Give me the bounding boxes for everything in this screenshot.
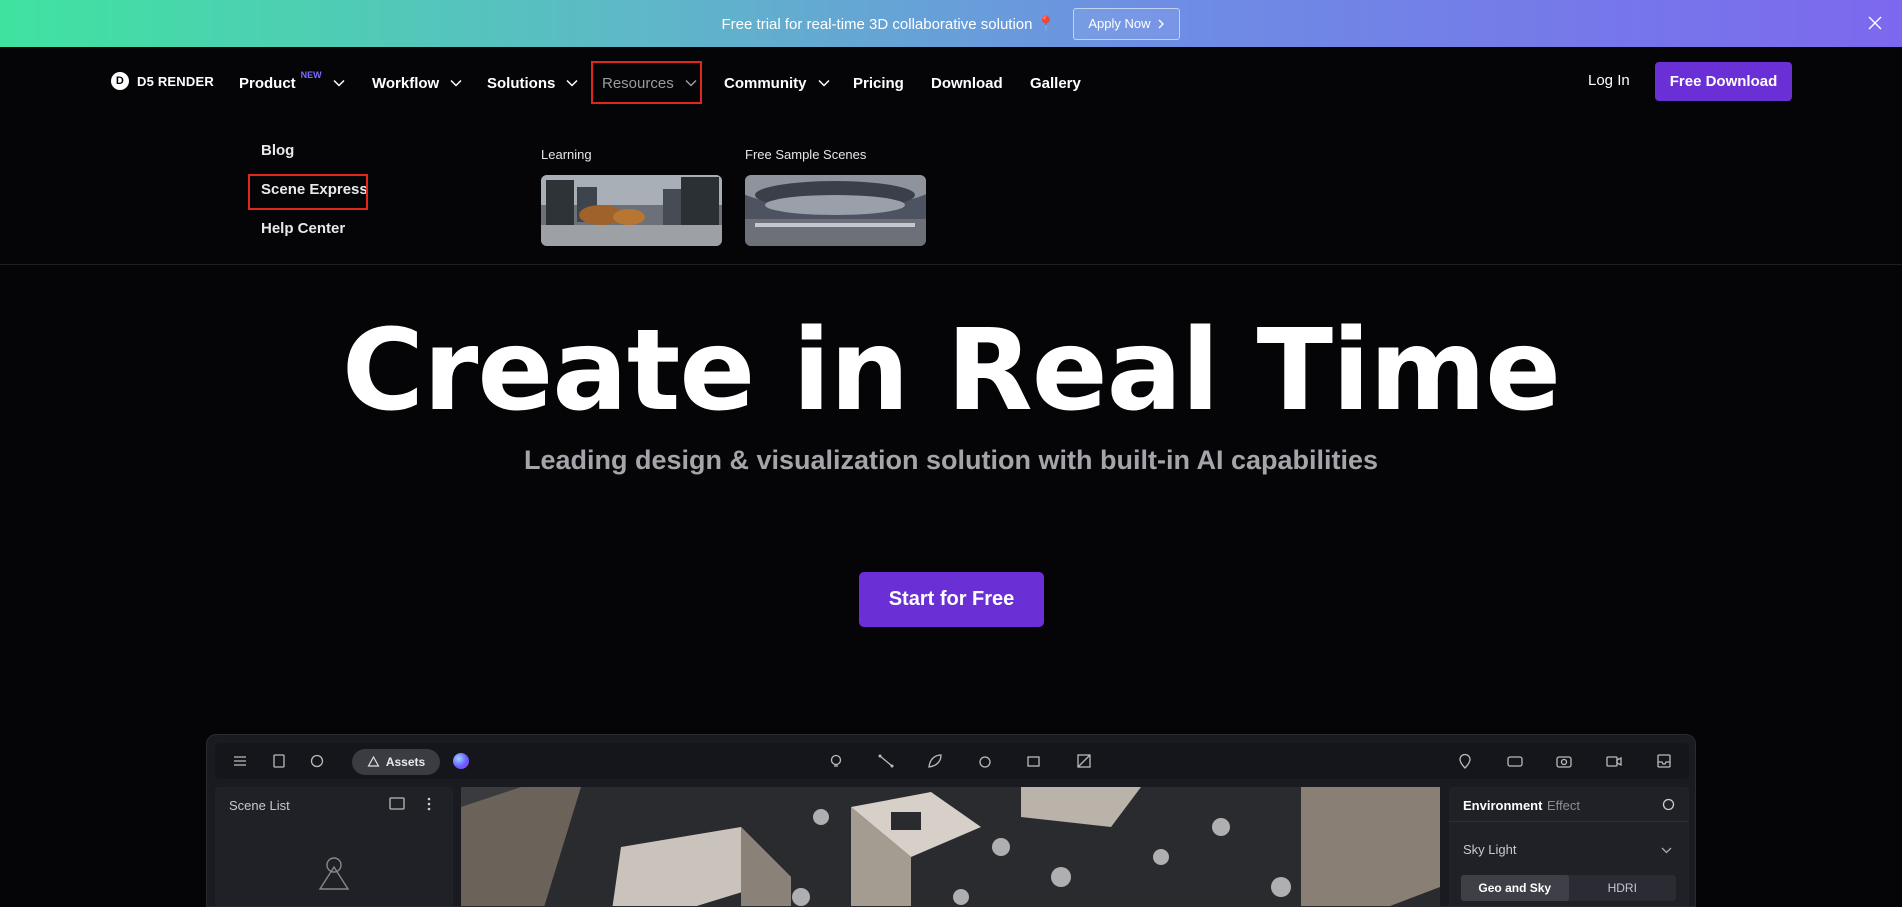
learning-card-label: Learning <box>541 147 592 162</box>
3d-viewport[interactable] <box>461 787 1440 906</box>
sky-light-label[interactable]: Sky Light <box>1463 842 1516 857</box>
app-toolbar: Assets <box>215 743 1689 779</box>
nav-label: Download <box>931 74 1003 92</box>
app-preview: Assets Scene List Environment Effect Sky… <box>206 734 1696 907</box>
chevron-down-icon <box>817 79 830 87</box>
nav-label: Community <box>724 74 807 92</box>
banner-message: Free trial for real-time 3D collaborativ… <box>721 15 1033 33</box>
nav-label: Pricing <box>853 74 904 92</box>
nav-item-pricing[interactable]: Pricing <box>853 63 904 103</box>
scene-list-title: Scene List <box>229 798 290 813</box>
light-bulb-icon[interactable] <box>827 752 845 770</box>
tab-environment[interactable]: Environment <box>1463 798 1542 813</box>
hero-subtitle: Leading design & visualization solution … <box>523 445 1379 475</box>
ai-orb-icon[interactable] <box>453 753 469 769</box>
assets-button[interactable]: Assets <box>352 749 440 775</box>
d5-logo[interactable]: D D5 RENDER <box>111 72 214 90</box>
nav-item-workflow[interactable]: Workflow <box>372 63 462 103</box>
nav-label: Solutions <box>487 74 556 92</box>
particle-icon[interactable] <box>976 752 994 770</box>
free-sample-scenes-label: Free Sample Scenes <box>745 147 867 162</box>
material-icon[interactable] <box>1075 752 1093 770</box>
vr-icon[interactable] <box>1506 752 1524 770</box>
new-badge: NEW <box>300 70 322 80</box>
hero-title: Create in Real Time <box>341 306 1561 436</box>
free-sample-scenes-image[interactable] <box>745 175 926 246</box>
segment-geo-and-sky[interactable]: Geo and Sky <box>1461 875 1569 901</box>
nav-label: Workflow <box>372 74 440 92</box>
object-icon[interactable] <box>1025 752 1043 770</box>
free-download-button[interactable]: Free Download <box>1655 62 1792 101</box>
close-icon[interactable] <box>1866 14 1884 32</box>
nav-item-community[interactable]: Community <box>724 63 830 103</box>
nav-label: Gallery <box>1030 74 1081 92</box>
menu-icon[interactable] <box>231 752 249 770</box>
camera-icon[interactable] <box>1555 752 1573 770</box>
environment-panel: Environment Effect Sky Light Geo and Sky… <box>1449 787 1689 906</box>
banner-text: Free trial for real-time 3D collaborativ… <box>722 15 1056 33</box>
nav-item-product[interactable]: Product NEW <box>239 63 345 103</box>
dropdown-link-help-center[interactable]: Help Center <box>261 220 345 237</box>
chevron-down-icon <box>450 79 462 87</box>
resources-highlight <box>591 61 702 104</box>
nav-item-download[interactable]: Download <box>931 63 1003 103</box>
more-options-icon[interactable] <box>427 797 431 811</box>
nav-item-gallery[interactable]: Gallery <box>1030 63 1081 103</box>
promo-banner: Free trial for real-time 3D collaborativ… <box>0 0 1902 47</box>
video-icon[interactable] <box>1605 752 1623 770</box>
sky-mode-toggle: Geo and Sky HDRI <box>1461 875 1676 901</box>
file-icon[interactable] <box>270 752 288 770</box>
start-for-free-button[interactable]: Start for Free <box>859 572 1044 627</box>
settings-icon[interactable] <box>1661 797 1676 812</box>
scene-list-panel: Scene List <box>215 787 453 906</box>
tab-effect[interactable]: Effect <box>1547 798 1580 813</box>
nav-item-solutions[interactable]: Solutions <box>487 63 578 103</box>
leaf-icon[interactable] <box>926 752 944 770</box>
logo-text: D5 RENDER <box>137 73 214 89</box>
apply-now-button[interactable]: Apply Now <box>1073 7 1181 40</box>
path-icon[interactable] <box>877 752 895 770</box>
login-link[interactable]: Log In <box>1588 72 1630 89</box>
learning-card-image[interactable] <box>541 175 722 246</box>
chevron-right-icon <box>1159 19 1165 28</box>
chevron-down-icon <box>333 79 345 87</box>
sky-light-section <box>1449 821 1689 822</box>
add-scene-icon[interactable] <box>389 797 405 811</box>
assets-label: Assets <box>385 755 426 769</box>
assets-icon <box>367 755 380 767</box>
logo-mark-icon: D <box>111 72 129 90</box>
apply-now-label: Apply Now <box>1088 16 1151 31</box>
pin-icon: 📍 <box>1036 15 1056 33</box>
scene-express-highlight <box>248 174 368 210</box>
nav-label: Product <box>239 74 296 92</box>
inbox-icon[interactable] <box>1655 752 1673 770</box>
dropdown-link-blog[interactable]: Blog <box>261 142 294 159</box>
chevron-down-icon[interactable] <box>1661 847 1672 854</box>
empty-scene-icon <box>318 857 350 890</box>
location-icon[interactable] <box>1456 752 1474 770</box>
chevron-down-icon <box>566 79 578 87</box>
comment-icon[interactable] <box>308 752 326 770</box>
segment-hdri[interactable]: HDRI <box>1569 875 1677 901</box>
